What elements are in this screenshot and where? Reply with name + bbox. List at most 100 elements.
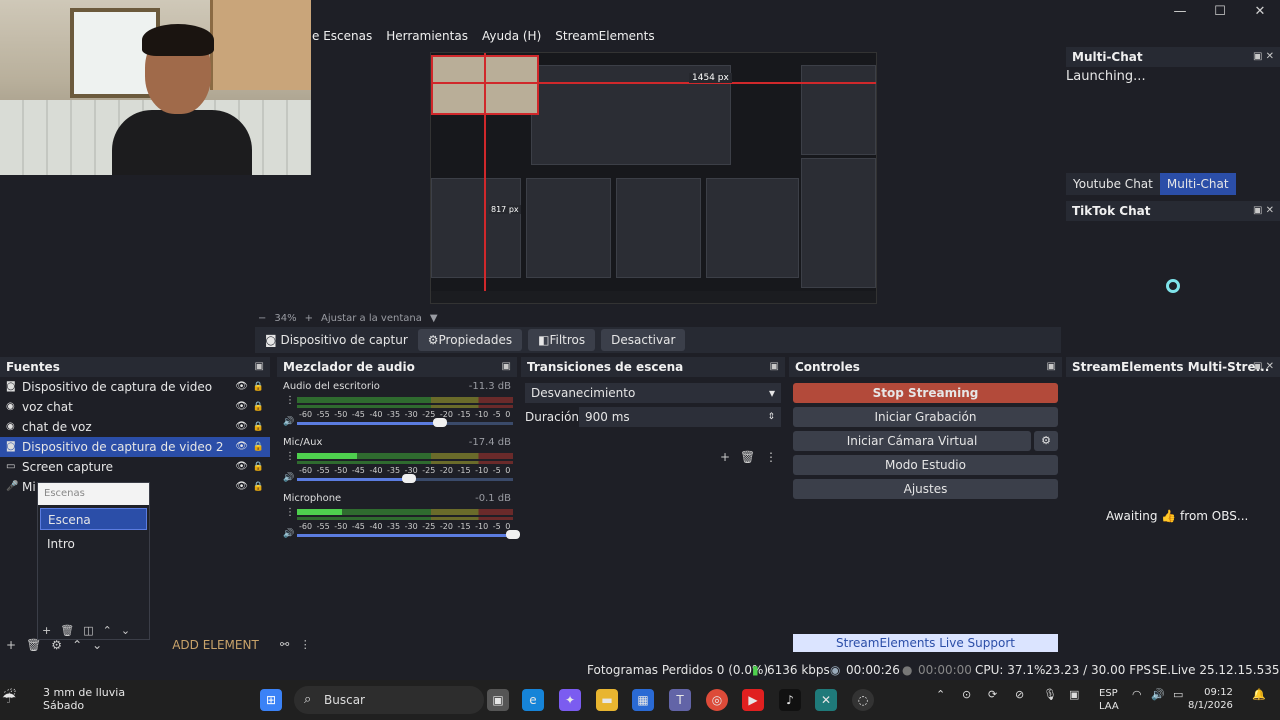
- notification-bell-icon[interactable]: 🔔: [1252, 688, 1266, 701]
- volume-slider[interactable]: [402, 474, 416, 483]
- source-item[interactable]: ▭ Screen capture 👁 🔒: [0, 457, 270, 477]
- weather-widget[interactable]: 3 mm de lluvia Sábado: [43, 686, 125, 712]
- store-icon[interactable]: ▦: [632, 689, 654, 711]
- language-indicator[interactable]: ESP LAA: [1099, 687, 1119, 713]
- more-icon[interactable]: ⋮: [285, 451, 295, 462]
- wifi-icon[interactable]: ◠: [1132, 688, 1142, 701]
- trash-icon[interactable]: 🗑: [740, 450, 755, 464]
- more-icon[interactable]: ⋮: [285, 395, 295, 406]
- gear-icon[interactable]: ⚙: [1034, 431, 1058, 451]
- float-icon[interactable]: ▣: [502, 357, 511, 377]
- close-button[interactable]: ✕: [1240, 0, 1280, 24]
- zoom-out-button[interactable]: −: [258, 313, 266, 324]
- float-close-icons[interactable]: ▣ ✕: [1253, 357, 1274, 377]
- mic-icon[interactable]: 🎙: [1043, 688, 1057, 701]
- stop-streaming-button[interactable]: Stop Streaming: [793, 383, 1058, 403]
- taskbar-search[interactable]: ⌕ Buscar: [294, 686, 484, 714]
- sync-icon[interactable]: ⟳: [988, 688, 997, 701]
- settings-button[interactable]: Ajustes: [793, 479, 1058, 499]
- menu-herramientas[interactable]: Herramientas: [386, 29, 468, 43]
- copilot-icon[interactable]: ✦: [559, 689, 581, 711]
- tiktok-icon[interactable]: ♪: [779, 689, 801, 711]
- menu-ayuda[interactable]: Ayuda (H): [482, 29, 541, 43]
- eye-icon[interactable]: 👁: [235, 437, 248, 457]
- trash-icon[interactable]: 🗑: [60, 624, 74, 637]
- add-icon[interactable]: +: [720, 450, 730, 464]
- fit-window-label[interactable]: Ajustar a la ventana: [321, 313, 422, 324]
- tray-app-icon[interactable]: ⊙: [962, 688, 971, 701]
- more-icon[interactable]: ⋮: [765, 450, 777, 464]
- speaker-icon[interactable]: 🔊: [283, 417, 294, 427]
- more-icon[interactable]: ⋮: [285, 507, 295, 518]
- arrow-down-icon[interactable]: ⌄: [92, 638, 102, 652]
- deactivate-button[interactable]: Desactivar: [601, 329, 686, 351]
- task-view-icon[interactable]: ▣: [487, 689, 509, 711]
- float-icon[interactable]: ▣: [255, 357, 264, 377]
- source-item-selected[interactable]: ◙ Dispositivo de captura de video 2 👁 🔒: [0, 437, 270, 457]
- volume-slider[interactable]: [433, 418, 447, 427]
- lock-icon[interactable]: 🔒: [253, 377, 264, 397]
- lock-icon[interactable]: 🔒: [253, 397, 264, 417]
- virtual-camera-button[interactable]: Iniciar Cámara Virtual: [793, 431, 1031, 451]
- lock-icon[interactable]: 🔒: [253, 477, 264, 497]
- menu-escenas[interactable]: e Escenas: [312, 29, 372, 43]
- clock[interactable]: 09:12 8/1/2026: [1188, 686, 1233, 712]
- arrow-up-icon[interactable]: ⌃: [72, 638, 82, 652]
- scene-preview[interactable]: 1454 px 817 px: [430, 52, 877, 304]
- eye-icon[interactable]: 👁: [235, 417, 248, 437]
- maximize-button[interactable]: ☐: [1200, 0, 1240, 24]
- speaker-icon[interactable]: 🔊: [283, 473, 294, 483]
- speaker-icon[interactable]: 🔊: [283, 529, 294, 539]
- tab-youtube-chat[interactable]: Youtube Chat: [1066, 173, 1160, 195]
- chevron-down-icon[interactable]: ▼: [430, 313, 438, 324]
- volume-icon[interactable]: 🔊: [1151, 688, 1165, 701]
- teams-icon[interactable]: T: [669, 689, 691, 711]
- studio-mode-button[interactable]: Modo Estudio: [793, 455, 1058, 475]
- file-explorer-icon[interactable]: ▬: [596, 689, 618, 711]
- lock-icon[interactable]: 🔒: [253, 437, 264, 457]
- minimize-button[interactable]: —: [1160, 0, 1200, 24]
- copy-icon[interactable]: ◫: [83, 624, 93, 637]
- eye-icon[interactable]: 👁: [235, 457, 248, 477]
- arrow-down-icon[interactable]: ⌄: [121, 624, 130, 637]
- scenes-search[interactable]: Escenas: [38, 483, 149, 505]
- add-icon[interactable]: +: [42, 624, 51, 637]
- source-item[interactable]: ◉ chat de voz 👁 🔒: [0, 417, 270, 437]
- scene-item-escena[interactable]: Escena: [40, 508, 147, 530]
- zoom-in-button[interactable]: +: [305, 313, 313, 324]
- chevron-up-icon[interactable]: ⌃: [936, 688, 945, 701]
- link-icon[interactable]: ⚯: [280, 638, 289, 651]
- menu-streamelements[interactable]: StreamElements: [555, 29, 654, 43]
- arrow-up-icon[interactable]: ⌃: [103, 624, 112, 637]
- trash-icon[interactable]: 🗑: [26, 638, 41, 652]
- volume-slider[interactable]: [506, 530, 520, 539]
- live-support-button[interactable]: StreamElements Live Support: [793, 634, 1058, 652]
- eye-icon[interactable]: 👁: [235, 477, 248, 497]
- battery-icon[interactable]: ▭: [1173, 688, 1183, 701]
- start-recording-button[interactable]: Iniciar Grabación: [793, 407, 1058, 427]
- edge-icon[interactable]: e: [522, 689, 544, 711]
- duration-input[interactable]: 900 ms ⇕: [579, 407, 781, 427]
- float-icon[interactable]: ▣: [1047, 357, 1056, 377]
- lock-icon[interactable]: 🔒: [253, 417, 264, 437]
- eye-icon[interactable]: 👁: [235, 397, 248, 417]
- float-icon[interactable]: ▣: [770, 357, 779, 377]
- gear-icon[interactable]: ⚙: [51, 638, 62, 652]
- properties-button[interactable]: ⚙Propiedades: [417, 329, 523, 351]
- windows-start-icon[interactable]: ⊞: [260, 689, 282, 711]
- youtube-icon[interactable]: ▶: [742, 689, 764, 711]
- float-close-icons[interactable]: ▣ ✕: [1253, 47, 1274, 67]
- chrome-icon[interactable]: ◎: [706, 689, 728, 711]
- scene-item-intro[interactable]: Intro: [40, 533, 147, 555]
- filters-button[interactable]: ◧Filtros: [528, 329, 596, 351]
- eye-icon[interactable]: 👁: [235, 377, 248, 397]
- lock-icon[interactable]: 🔒: [253, 457, 264, 477]
- capcut-icon[interactable]: ✕: [815, 689, 837, 711]
- display-icon[interactable]: ▣: [1069, 688, 1079, 701]
- float-close-icons[interactable]: ▣ ✕: [1253, 201, 1274, 221]
- transition-select[interactable]: Desvanecimiento ▾: [525, 383, 781, 403]
- source-item[interactable]: ◉ voz chat 👁 🔒: [0, 397, 270, 417]
- obs-icon[interactable]: ◌: [852, 689, 874, 711]
- add-icon[interactable]: +: [6, 638, 16, 652]
- source-item[interactable]: ◙ Dispositivo de captura de video 👁 🔒: [0, 377, 270, 397]
